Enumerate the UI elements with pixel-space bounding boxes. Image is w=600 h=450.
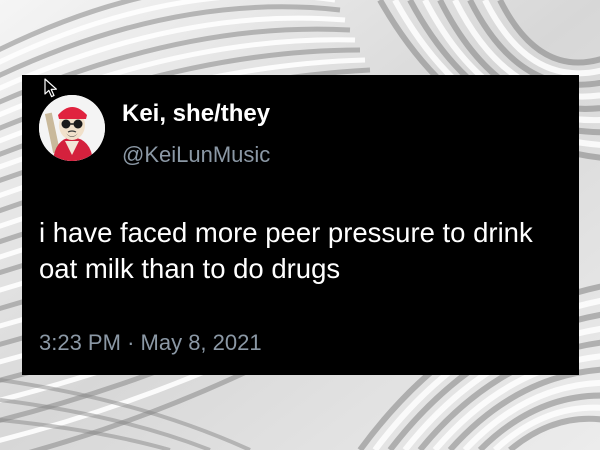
user-handle[interactable]: @KeiLunMusic bbox=[122, 142, 270, 168]
illustrated-person-avatar-icon bbox=[39, 95, 105, 161]
tweet-date: May 8, 2021 bbox=[140, 330, 262, 355]
tweet-card[interactable]: Kei, she/they @KeiLunMusic i have faced … bbox=[22, 75, 579, 375]
avatar[interactable] bbox=[39, 95, 105, 161]
display-name[interactable]: Kei, she/they bbox=[122, 100, 270, 128]
meta-separator: · bbox=[127, 330, 135, 355]
tweet-text: i have faced more peer pressure to drink… bbox=[39, 217, 533, 284]
tweet-time: 3:23 PM bbox=[39, 330, 121, 355]
mouse-pointer-icon bbox=[44, 78, 57, 98]
tweet-timestamp[interactable]: 3:23 PM · May 8, 2021 bbox=[39, 330, 262, 356]
